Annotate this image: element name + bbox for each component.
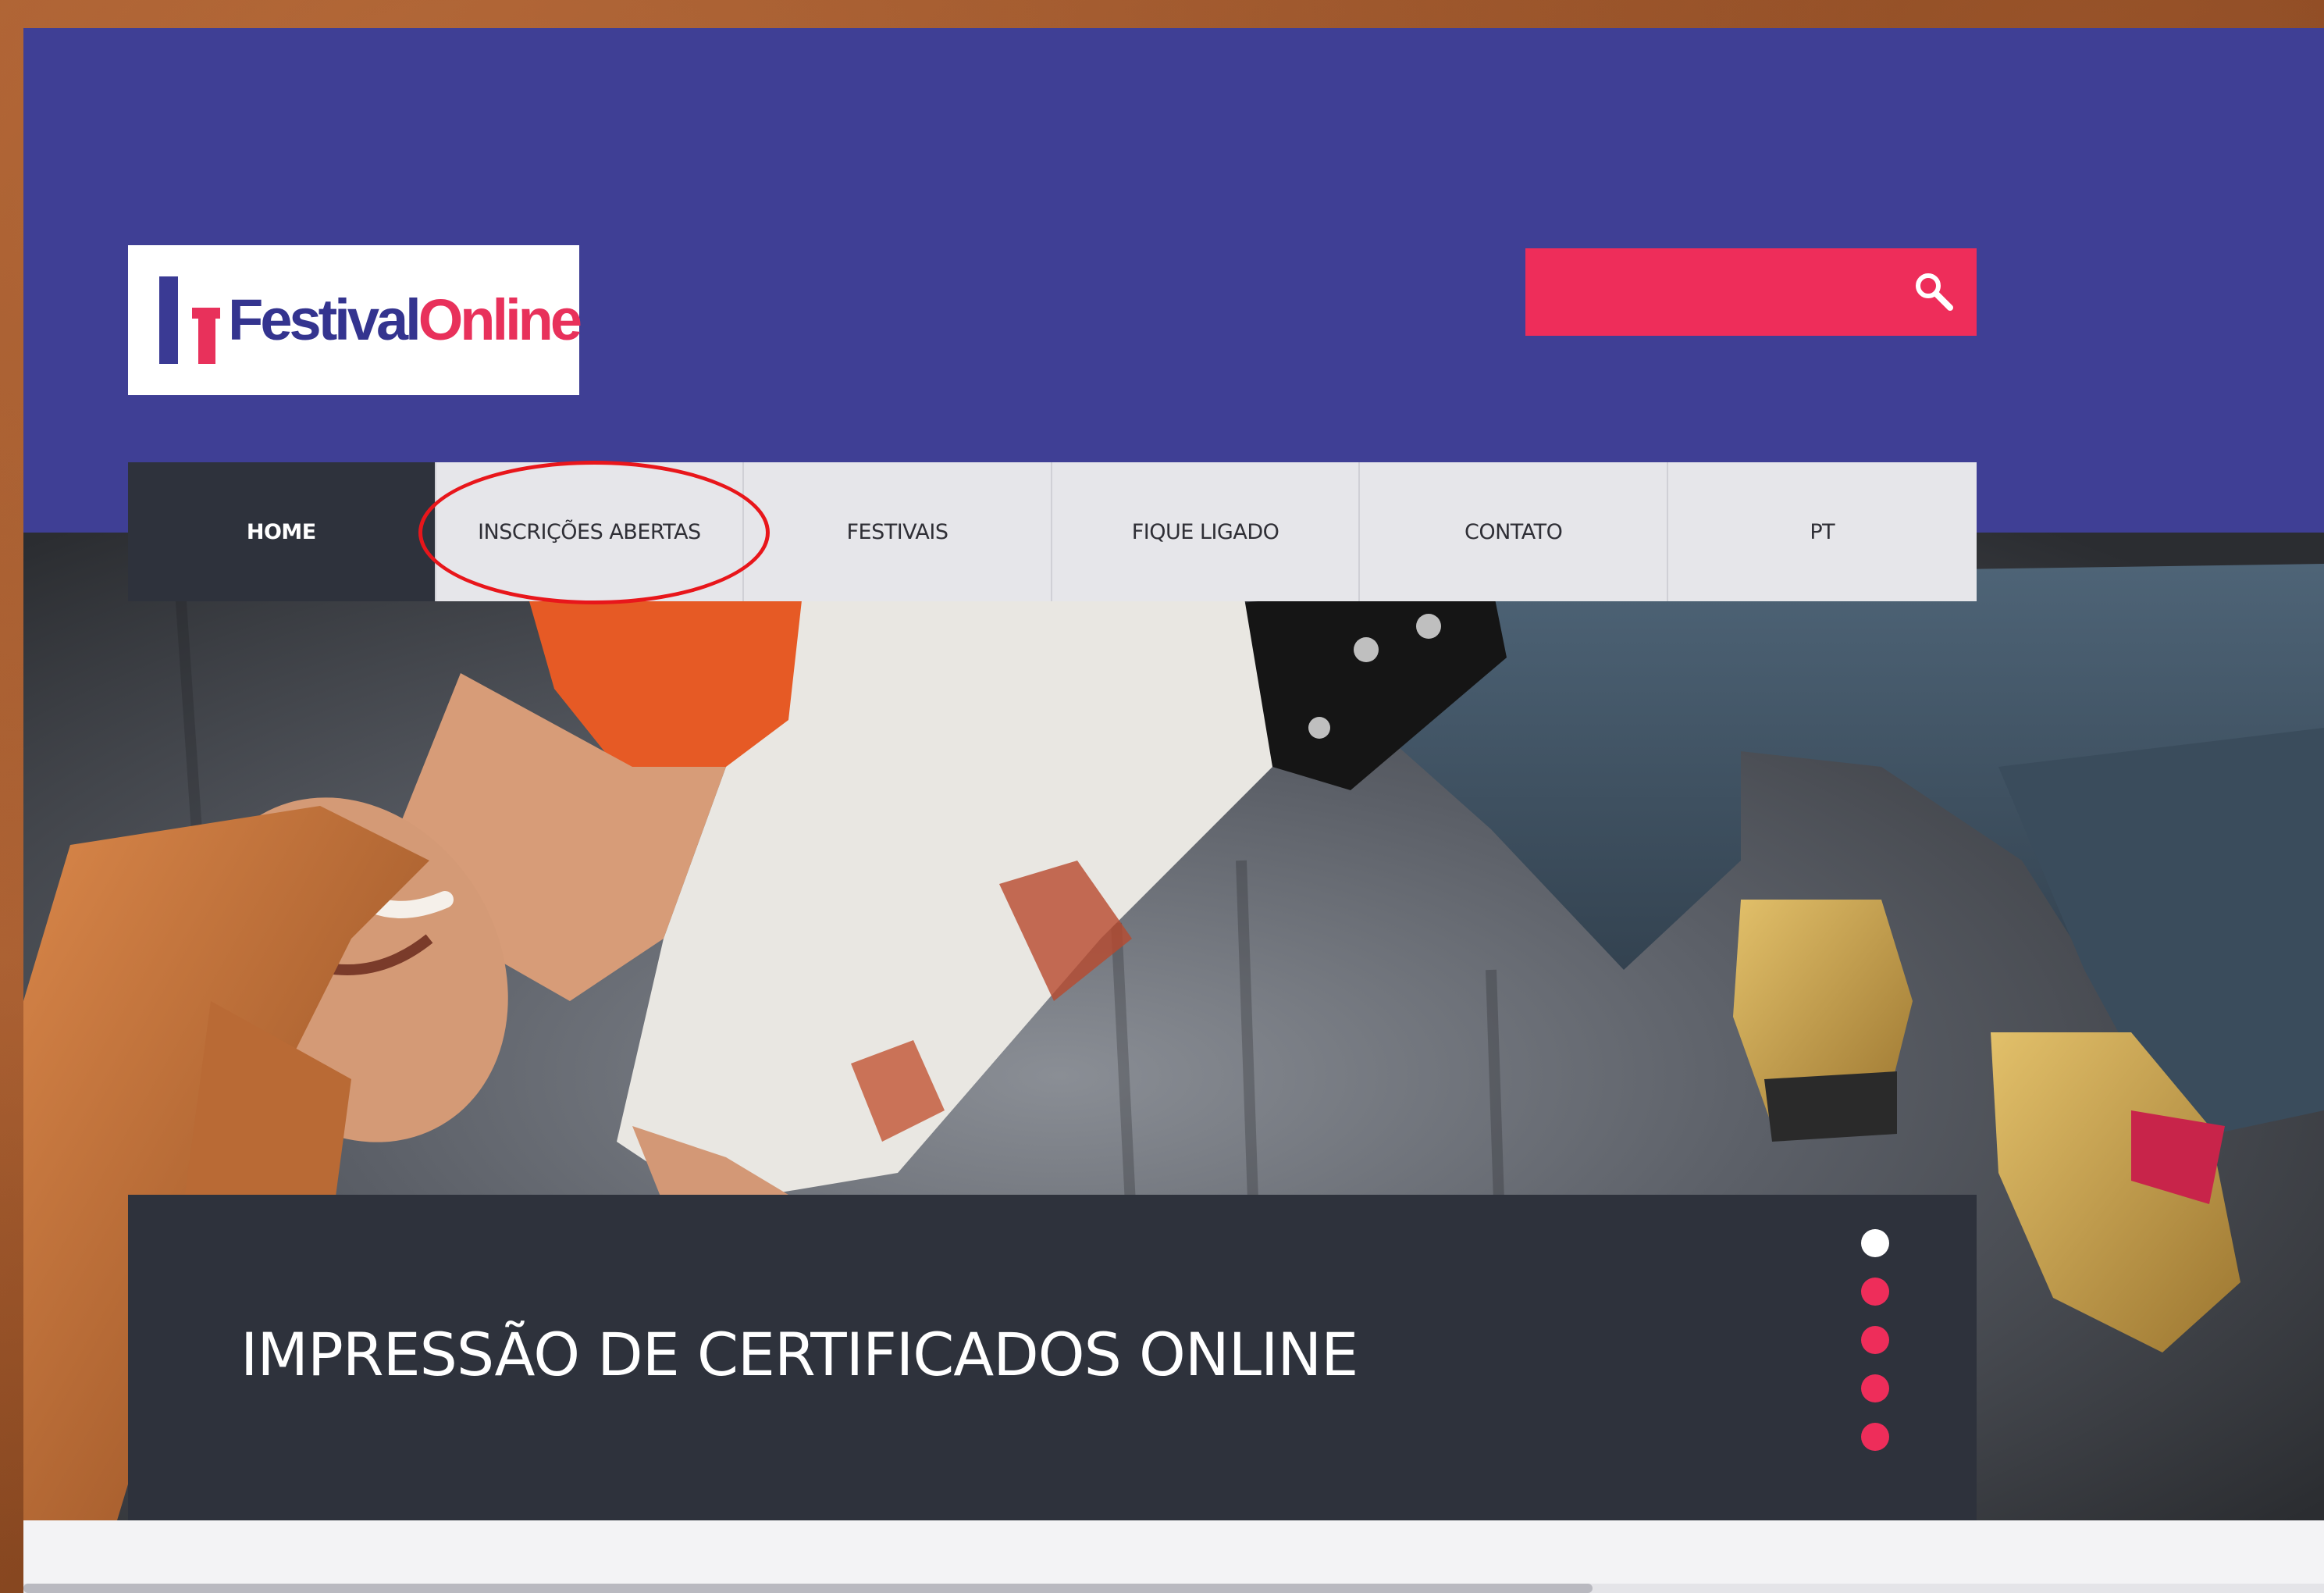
slider-dot-2[interactable] [1861,1278,1889,1306]
logo-mark-icon [159,276,223,364]
slider-caption-panel: IMPRESSÃO DE CERTIFICADOS ONLINE [128,1195,1977,1520]
nav-item-contato[interactable]: CONTATO [1360,462,1668,601]
site-logo[interactable]: FestivalOnline [128,245,582,395]
nav-item-festivais[interactable]: FESTIVAIS [744,462,1052,601]
logo-text-online: Online [418,287,582,352]
horizontal-scrollbar-thumb[interactable] [23,1584,1593,1593]
nav-item-language-pt[interactable]: PT [1668,462,1977,601]
main-nav: HOME INSCRIÇÕES ABERTAS FESTIVAIS FIQUE … [128,462,1977,601]
logo-text: FestivalOnline [228,291,582,349]
browser-page: FestivalOnline HOME INSCRIÇÕES ABERTAS F… [23,28,2324,1593]
search-input[interactable] [1525,248,1900,336]
slider-caption-title: IMPRESSÃO DE CERTIFICADOS ONLINE [240,1320,1358,1389]
search-icon[interactable] [1911,269,1958,315]
search-box [1525,248,1977,336]
slider-dot-3[interactable] [1861,1326,1889,1354]
slider-pagination [1861,1229,1892,1471]
slider-dot-1[interactable] [1861,1229,1889,1257]
slider-dot-5[interactable] [1861,1423,1889,1451]
site-header: FestivalOnline [23,28,2324,533]
nav-item-home[interactable]: HOME [128,462,436,601]
nav-item-inscricoes-abertas[interactable]: INSCRIÇÕES ABERTAS [436,462,745,601]
nav-item-fique-ligado[interactable]: FIQUE LIGADO [1052,462,1361,601]
logo-text-festival: Festival [228,287,422,352]
slider-dot-4[interactable] [1861,1374,1889,1402]
page-content-area [23,1520,2324,1593]
